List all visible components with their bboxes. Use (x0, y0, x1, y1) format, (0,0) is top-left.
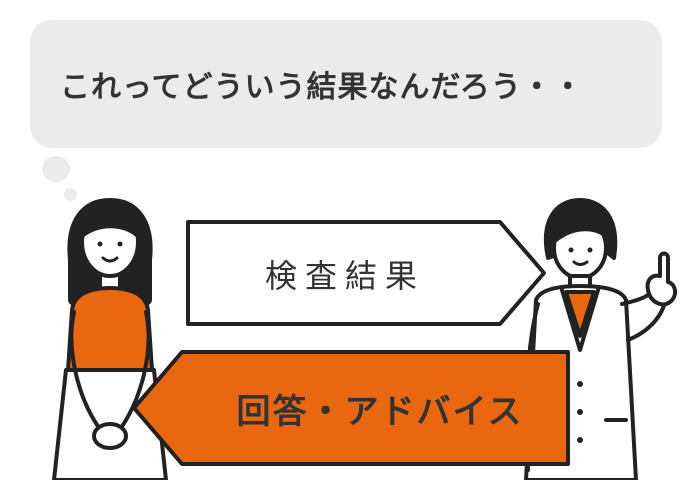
illustration-scene: これってどういう結果なんだろう・・ 検査結果 回答・アドバイス (0, 0, 696, 480)
results-arrow-label: 検査結果 (264, 257, 425, 295)
advice-arrow-label: 回答・アドバイス (236, 391, 524, 432)
patient-figure (52, 198, 168, 480)
